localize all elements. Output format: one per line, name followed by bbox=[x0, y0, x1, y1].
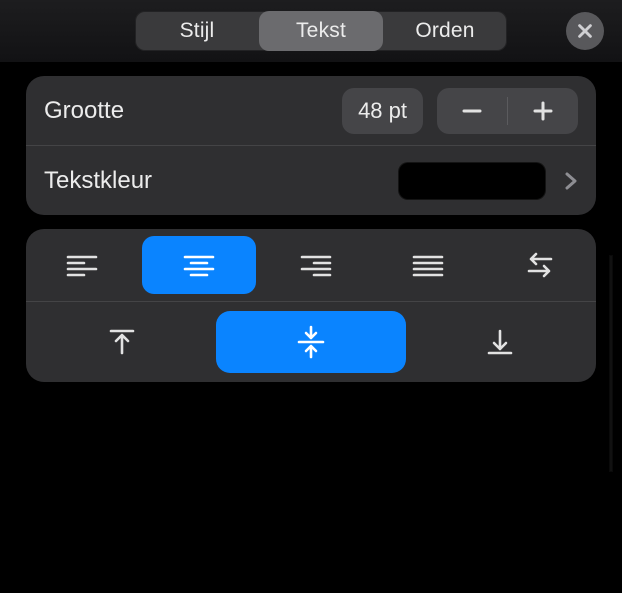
text-color-disclosure bbox=[564, 170, 578, 192]
callout-leader bbox=[610, 256, 612, 471]
align-left-button[interactable] bbox=[30, 236, 134, 294]
text-color-swatch[interactable] bbox=[398, 162, 546, 200]
valign-middle-icon bbox=[295, 325, 327, 359]
text-color-label: Tekstkleur bbox=[44, 167, 152, 195]
inspector-toolbar: Stijl Tekst Orden bbox=[0, 0, 622, 63]
text-direction-icon bbox=[525, 252, 555, 278]
valign-middle-button[interactable] bbox=[216, 311, 406, 373]
horizontal-alignment-row bbox=[26, 229, 596, 302]
font-size-label: Grootte bbox=[44, 97, 124, 125]
close-icon bbox=[576, 22, 594, 40]
valign-top-icon bbox=[107, 327, 137, 357]
align-justify-button[interactable] bbox=[376, 236, 480, 294]
close-button[interactable] bbox=[566, 12, 604, 50]
tab-style[interactable]: Stijl bbox=[135, 11, 259, 51]
align-left-icon bbox=[66, 253, 98, 277]
font-size-stepper bbox=[437, 88, 578, 134]
chevron-right-icon bbox=[564, 170, 578, 192]
text-settings-card: Grootte 48 pt bbox=[26, 76, 596, 215]
valign-bottom-button[interactable] bbox=[485, 311, 515, 373]
inspector-body: Grootte 48 pt bbox=[0, 62, 622, 593]
format-inspector: Stijl Tekst Orden Grootte 48 pt bbox=[0, 0, 622, 593]
minus-icon bbox=[461, 100, 483, 122]
font-size-increase[interactable] bbox=[508, 88, 578, 134]
text-direction-button[interactable] bbox=[488, 236, 592, 294]
text-color-row[interactable]: Tekstkleur bbox=[26, 146, 596, 215]
align-center-icon bbox=[183, 253, 215, 277]
inspector-tabs: Stijl Tekst Orden bbox=[135, 11, 507, 51]
align-right-button[interactable] bbox=[264, 236, 368, 294]
tab-text[interactable]: Tekst bbox=[259, 11, 383, 51]
font-size-row: Grootte 48 pt bbox=[26, 76, 596, 146]
align-center-button[interactable] bbox=[142, 236, 256, 294]
font-size-decrease[interactable] bbox=[437, 88, 507, 134]
valign-bottom-icon bbox=[485, 327, 515, 357]
tab-order[interactable]: Orden bbox=[383, 11, 507, 51]
valign-top-button[interactable] bbox=[107, 311, 137, 373]
vertical-alignment-row bbox=[26, 302, 596, 382]
font-size-field[interactable]: 48 pt bbox=[342, 88, 423, 134]
plus-icon bbox=[532, 100, 554, 122]
align-right-icon bbox=[300, 253, 332, 277]
alignment-card bbox=[26, 229, 596, 382]
align-justify-icon bbox=[412, 253, 444, 277]
